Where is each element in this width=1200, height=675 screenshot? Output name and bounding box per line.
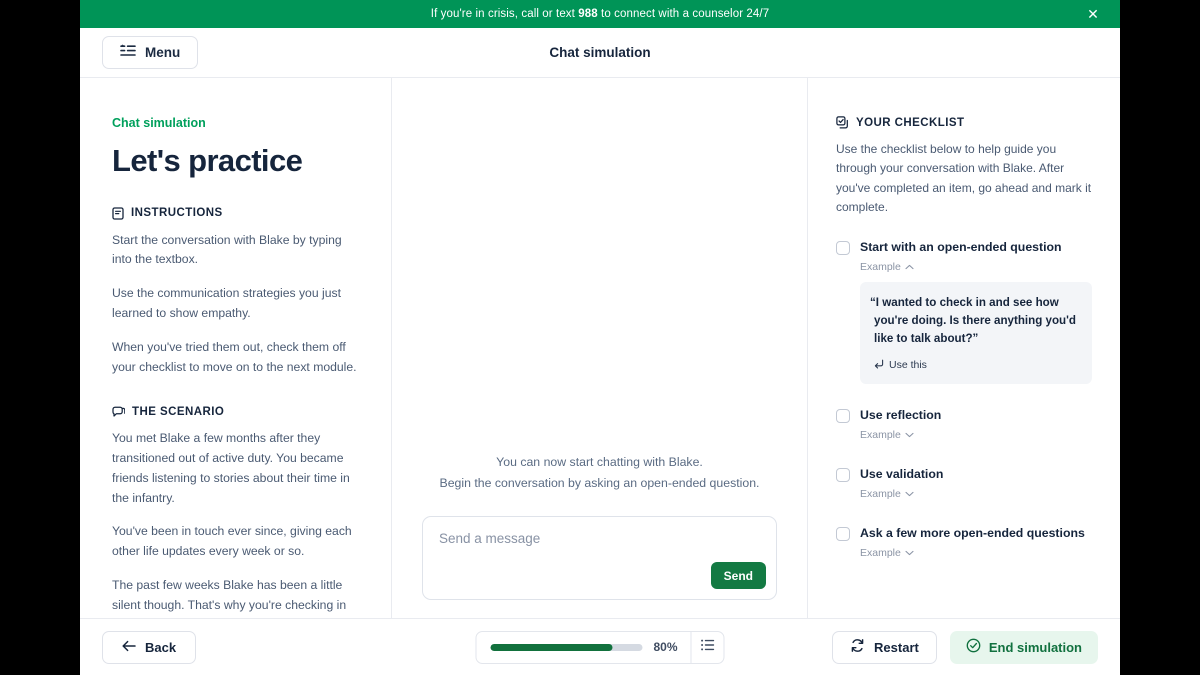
example-toggle[interactable]: Example [860, 488, 914, 500]
page-title-header: Chat simulation [549, 45, 651, 60]
example-toggle[interactable]: Example [860, 547, 914, 559]
chevron-up-icon [905, 261, 914, 273]
instructions-paragraph-3: When you've tried them out, check them o… [112, 339, 357, 374]
scenario-heading: THE SCENARIO [132, 405, 225, 418]
scenario-block: THE SCENARIO You met Blake a few months … [112, 405, 359, 618]
checklist-item-row[interactable]: Start with an open-ended question [836, 240, 1092, 256]
app-viewport: If you're in crisis, call or text 988 to… [80, 0, 1120, 675]
chat-hint-line-2: Begin the conversation by asking an open… [439, 475, 760, 490]
checklist-item: Use reflection Example [836, 408, 1092, 443]
page-title: Let's practice [112, 143, 303, 178]
scenario-paragraph-3: The past few weeks Blake has been a litt… [112, 577, 347, 618]
message-input-placeholder[interactable]: Send a message [439, 531, 760, 546]
back-button[interactable]: Back [102, 630, 197, 664]
close-icon[interactable]: ✕ [1084, 5, 1102, 23]
checklist-item-row[interactable]: Use reflection [836, 408, 1092, 424]
crisis-text-suffix: to connect with a counselor 24/7 [597, 8, 770, 20]
checklist-item-row[interactable]: Use validation [836, 467, 1092, 483]
progress-fill [490, 643, 613, 651]
chevron-down-icon [905, 488, 914, 500]
arrow-enter-icon [874, 359, 884, 372]
progress-list-button[interactable] [690, 631, 724, 663]
checklist-intro: Use the checklist below to help guide yo… [836, 142, 1092, 215]
checklist-item-label: Use validation [860, 466, 944, 481]
use-this-label: Use this [889, 359, 927, 372]
bottom-right-actions: Restart End simulation [832, 630, 1098, 664]
eyebrow-label: Chat simulation [112, 116, 206, 130]
restart-button-label: Restart [874, 639, 919, 655]
top-bar: Menu Chat simulation [80, 28, 1120, 78]
instructions-paragraph-2: Use the communication strategies you jus… [112, 286, 341, 321]
checklist-item-label: Ask a few more open-ended questions [860, 525, 1085, 540]
scenario-heading-row: THE SCENARIO [112, 405, 359, 418]
example-toggle-label: Example [860, 546, 901, 559]
instructions-heading-row: INSTRUCTIONS [112, 207, 359, 220]
send-button[interactable]: Send [710, 562, 766, 589]
checklist-checkbox[interactable] [836, 526, 850, 541]
bottom-bar: Back 80% Restart End simulation [80, 618, 1120, 675]
example-toggle-label: Example [860, 260, 901, 273]
checklist-checkbox[interactable] [836, 408, 850, 423]
restart-button[interactable]: Restart [832, 630, 937, 664]
chat-panel: You can now start chatting with Blake. B… [392, 78, 808, 618]
example-toggle-label: Example [860, 487, 901, 500]
checklist-item: Use validation Example [836, 467, 1092, 502]
menu-button[interactable]: Menu [102, 36, 199, 69]
checklist-item-label: Use reflection [860, 407, 942, 422]
example-toggle[interactable]: Example [860, 261, 914, 273]
checklist-heading-row: YOUR CHECKLIST [836, 116, 1092, 129]
menu-button-label: Menu [145, 45, 181, 60]
back-button-label: Back [145, 639, 177, 655]
crisis-text-prefix: If you're in crisis, call or text [430, 8, 579, 20]
check-circle-icon [966, 638, 981, 656]
left-panel: Chat simulation Let's practice INSTRUCTI… [80, 78, 392, 618]
scenario-paragraph-1: You met Blake a few months after they tr… [112, 431, 350, 505]
checklist-panel: YOUR CHECKLIST Use the checklist below t… [808, 78, 1120, 618]
checklist-checkbox[interactable] [836, 467, 850, 482]
arrow-left-icon [122, 640, 136, 655]
refresh-icon [850, 638, 865, 656]
instructions-heading: INSTRUCTIONS [131, 207, 223, 220]
progress-inner: 80% [476, 632, 690, 663]
crisis-phone-number: 988 [578, 8, 598, 20]
message-composer[interactable]: Send a message Send [422, 516, 777, 600]
checklist-item-row[interactable]: Ask a few more open-ended questions [836, 526, 1092, 542]
chat-empty-hint: You can now start chatting with Blake. B… [422, 452, 777, 494]
progress-percent-label: 80% [653, 640, 678, 654]
chat-bubble-icon [112, 405, 125, 418]
document-icon [112, 207, 124, 220]
end-simulation-button[interactable]: End simulation [949, 630, 1098, 664]
checklist-checkbox[interactable] [836, 240, 850, 255]
checklist-icon [836, 116, 849, 129]
example-box: “I wanted to check in and see how you're… [860, 281, 1092, 384]
menu-icon [120, 44, 136, 61]
progress-control: 80% [475, 630, 725, 664]
checklist-item: Ask a few more open-ended questions Exam… [836, 526, 1092, 561]
crisis-banner: If you're in crisis, call or text 988 to… [80, 0, 1120, 28]
example-toggle-label: Example [860, 428, 901, 441]
chevron-down-icon [905, 429, 914, 441]
instructions-paragraph-1: Start the conversation with Blake by typ… [112, 232, 342, 267]
main-content: Chat simulation Let's practice INSTRUCTI… [80, 78, 1120, 618]
end-simulation-label: End simulation [988, 639, 1082, 655]
chevron-down-icon [905, 547, 914, 559]
example-toggle[interactable]: Example [860, 429, 914, 441]
crisis-banner-text: If you're in crisis, call or text 988 to… [431, 8, 769, 20]
list-icon [701, 638, 715, 656]
checklist-item-label: Start with an open-ended question [860, 239, 1062, 254]
scenario-paragraph-2: You've been in touch ever since, giving … [112, 524, 352, 559]
chat-hint-line-1: You can now start chatting with Blake. [496, 454, 703, 469]
example-quote-text: “I wanted to check in and see how you're… [870, 295, 1076, 345]
checklist-heading: YOUR CHECKLIST [856, 116, 965, 129]
use-this-button[interactable]: Use this [874, 359, 927, 372]
progress-track [490, 643, 643, 651]
checklist-item: Start with an open-ended question Exampl… [836, 240, 1092, 384]
